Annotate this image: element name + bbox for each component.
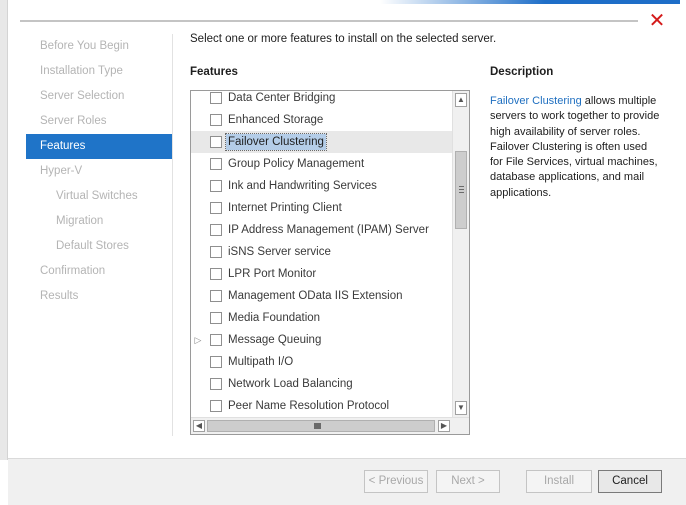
feature-row[interactable]: Data Center Bridging <box>191 91 453 109</box>
feature-checkbox[interactable] <box>210 312 222 324</box>
description-body: allows multiple servers to work together… <box>490 95 660 199</box>
feature-checkbox[interactable] <box>210 224 222 236</box>
feature-row[interactable]: Media Foundation <box>191 307 453 329</box>
feature-checkbox[interactable] <box>210 92 222 104</box>
feature-label: Peer Name Resolution Protocol <box>228 400 390 412</box>
vertical-scrollbar[interactable]: ▲ ▼ <box>452 91 469 417</box>
wizard-step-installation-type: Installation Type <box>40 65 123 77</box>
feature-row[interactable]: Ink and Handwriting Services <box>191 175 453 197</box>
feature-row[interactable]: Peer Name Resolution Protocol <box>191 395 453 417</box>
features-heading: Features <box>190 66 238 78</box>
feature-row[interactable]: Internet Printing Client <box>191 197 453 219</box>
vertical-scroll-thumb[interactable] <box>455 151 467 229</box>
cancel-button[interactable]: Cancel <box>598 470 662 493</box>
page-instruction: Select one or more features to install o… <box>190 33 497 45</box>
feature-label: Internet Printing Client <box>228 202 342 214</box>
scrollbar-corner <box>452 418 469 434</box>
feature-label: Ink and Handwriting Services <box>228 180 377 192</box>
header-divider <box>20 20 638 22</box>
wizard-step-server-selection: Server Selection <box>40 90 125 102</box>
feature-checkbox[interactable] <box>210 158 222 170</box>
feature-label: Multipath I/O <box>228 356 294 368</box>
install-button[interactable]: Install <box>526 470 592 493</box>
wizard-step-nav: Before You Begin Installation Type Server … <box>26 34 172 309</box>
horizontal-scrollbar[interactable]: ◀ ▶ <box>191 417 469 434</box>
feature-checkbox[interactable] <box>210 114 222 126</box>
wizard-step-results: Results <box>40 290 79 302</box>
nav-divider <box>172 34 173 436</box>
scroll-up-arrow-icon[interactable]: ▲ <box>455 93 467 107</box>
wizard-step-before-you-begin: Before You Begin <box>40 40 129 52</box>
description-heading: Description <box>490 66 554 78</box>
close-icon[interactable]: ✕ <box>648 10 666 32</box>
grip-icon <box>314 423 321 429</box>
feature-row[interactable]: ▷ Message Queuing <box>191 329 453 351</box>
expand-arrow-icon[interactable]: ▷ <box>193 329 203 351</box>
feature-row[interactable]: Enhanced Storage <box>191 109 453 131</box>
feature-row[interactable]: LPR Port Monitor <box>191 263 453 285</box>
feature-row[interactable]: IP Address Management (IPAM) Server <box>191 219 453 241</box>
features-list[interactable]: Data Center Bridging Enhanced Storage Fail… <box>190 90 470 435</box>
wizard-step-hyper-v: Hyper-V <box>40 165 83 177</box>
previous-button[interactable]: < Previous <box>364 470 428 493</box>
feature-checkbox[interactable] <box>210 378 222 390</box>
feature-label: Network Load Balancing <box>228 378 353 390</box>
feature-row[interactable]: iSNS Server service <box>191 241 453 263</box>
feature-label: IP Address Management (IPAM) Server <box>228 224 429 236</box>
feature-checkbox[interactable] <box>210 246 222 258</box>
feature-checkbox[interactable] <box>210 202 222 214</box>
scroll-right-arrow-icon[interactable]: ▶ <box>438 420 450 432</box>
description-feature-link[interactable]: Failover Clustering <box>490 95 582 107</box>
feature-label: Media Foundation <box>228 312 321 324</box>
feature-row[interactable]: Failover Clustering <box>191 131 453 153</box>
feature-label: Message Queuing <box>228 334 322 346</box>
feature-row[interactable]: Multipath I/O <box>191 351 453 373</box>
scroll-down-arrow-icon[interactable]: ▼ <box>455 401 467 415</box>
wizard-step-features[interactable]: Features <box>26 134 172 159</box>
feature-checkbox[interactable] <box>210 334 222 346</box>
feature-label: Group Policy Management <box>228 158 365 170</box>
feature-checkbox[interactable] <box>210 136 222 148</box>
feature-checkbox[interactable] <box>210 268 222 280</box>
wizard-step-migration: Migration <box>56 215 104 227</box>
feature-label: LPR Port Monitor <box>228 268 317 280</box>
feature-label: Management OData IIS Extension <box>228 290 403 302</box>
feature-checkbox[interactable] <box>210 356 222 368</box>
header-accent-bar <box>380 0 680 4</box>
feature-checkbox[interactable] <box>210 180 222 192</box>
feature-label: Data Center Bridging <box>228 92 336 104</box>
next-button[interactable]: Next > <box>436 470 500 493</box>
feature-row[interactable]: Group Policy Management <box>191 153 453 175</box>
horizontal-scroll-thumb[interactable] <box>207 420 435 432</box>
add-roles-features-wizard: ✕ Before You Begin Installation Type Serve… <box>0 0 686 505</box>
wizard-step-server-roles: Server Roles <box>40 115 107 127</box>
feature-checkbox[interactable] <box>210 290 222 302</box>
scroll-left-arrow-icon[interactable]: ◀ <box>193 420 205 432</box>
feature-row[interactable]: Network Load Balancing <box>191 373 453 395</box>
feature-row[interactable]: Management OData IIS Extension <box>191 285 453 307</box>
window-left-edge <box>0 0 8 460</box>
feature-label: iSNS Server service <box>228 246 331 258</box>
feature-checkbox[interactable] <box>210 400 222 412</box>
wizard-step-virtual-switches: Virtual Switches <box>56 190 138 202</box>
feature-label: Enhanced Storage <box>228 114 324 126</box>
wizard-step-default-stores: Default Stores <box>56 240 129 252</box>
feature-label: Failover Clustering <box>225 133 327 151</box>
feature-description: Failover Clustering allows multiple serv… <box>490 94 660 201</box>
features-list-content: Data Center Bridging Enhanced Storage Fail… <box>191 91 453 417</box>
wizard-step-confirmation: Confirmation <box>40 265 106 277</box>
grip-icon <box>459 186 464 193</box>
